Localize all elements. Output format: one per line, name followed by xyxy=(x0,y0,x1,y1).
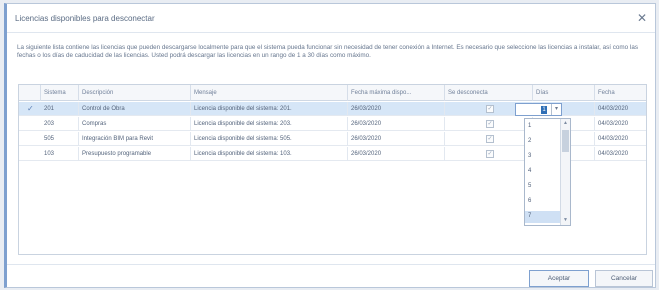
dropdown-option[interactable]: 3 xyxy=(525,151,561,163)
cell-descripcion: Integración BIM para Revit xyxy=(79,132,191,146)
cell-mensaje: Licencia disponible del sistema: 201. xyxy=(191,102,348,116)
cell-se-desconecta: ✓ xyxy=(445,117,533,131)
header-mensaje[interactable]: Mensaje xyxy=(191,85,348,101)
disconnect-checkbox[interactable]: ✓ xyxy=(486,150,494,158)
dialog-titlebar: Licencias disponibles para desconectar ✕ xyxy=(7,4,655,32)
cell-mensaje: Licencia disponible del sistema: 103. xyxy=(191,147,348,161)
header-descripcion[interactable]: Descripción xyxy=(79,85,191,101)
footer-separator xyxy=(7,264,655,265)
header-indicator xyxy=(19,85,41,101)
cell-sistema: 103 xyxy=(41,147,79,161)
cell-descripcion: Control de Obra xyxy=(79,102,191,116)
cell-sistema: 203 xyxy=(41,117,79,131)
cell-sistema: 201 xyxy=(41,102,79,116)
days-select[interactable]: 1 ▾ xyxy=(515,103,562,116)
header-dias[interactable]: Días xyxy=(533,85,595,101)
accept-button[interactable]: Aceptar xyxy=(529,270,589,287)
header-sistema[interactable]: Sistema xyxy=(41,85,79,101)
header-se-desconecta[interactable]: Se desconecta xyxy=(445,85,533,101)
cell-se-desconecta: ✓ xyxy=(445,132,533,146)
header-fecha[interactable]: Fecha xyxy=(595,85,646,101)
days-dropdown-list: 1 2 3 4 5 6 7 ▲ ▼ xyxy=(524,118,571,226)
dropdown-scrollbar[interactable]: ▲ ▼ xyxy=(560,119,570,225)
cell-fecha[interactable]: 04/03/2020 xyxy=(595,147,646,161)
disconnect-checkbox[interactable]: ✓ xyxy=(486,120,494,128)
dropdown-option[interactable]: 6 xyxy=(525,196,561,208)
disconnect-checkbox[interactable]: ✓ xyxy=(486,105,494,113)
cell-fecha-maxima: 26/03/2020 xyxy=(348,102,445,116)
cancel-button[interactable]: Cancelar xyxy=(595,270,653,287)
dropdown-option[interactable]: 4 xyxy=(525,166,561,178)
scrollbar-thumb[interactable] xyxy=(562,130,569,152)
cell-fecha-maxima: 26/03/2020 xyxy=(348,117,445,131)
cell-sistema: 505 xyxy=(41,132,79,146)
cell-fecha-maxima: 26/03/2020 xyxy=(348,132,445,146)
scroll-down-icon[interactable]: ▼ xyxy=(561,216,570,225)
scroll-up-icon[interactable]: ▲ xyxy=(561,119,570,128)
cell-descripcion: Compras xyxy=(79,117,191,131)
cell-mensaje: Licencia disponible del sistema: 505. xyxy=(191,132,348,146)
dropdown-option-highlighted[interactable]: 7 xyxy=(525,211,561,223)
chevron-down-icon[interactable]: ▾ xyxy=(551,104,561,115)
cell-fecha[interactable]: 04/03/2020 xyxy=(595,102,646,116)
dropdown-option[interactable]: 1 xyxy=(525,121,561,133)
cell-descripcion: Presupuesto programable xyxy=(79,147,191,161)
instructions-text: La siguiente lista contiene las licencia… xyxy=(17,44,638,59)
cell-fecha-maxima: 26/03/2020 xyxy=(348,147,445,161)
dropdown-option[interactable]: 5 xyxy=(525,181,561,193)
cell-se-desconecta: ✓ xyxy=(445,147,533,161)
cell-fecha[interactable]: 04/03/2020 xyxy=(595,117,646,131)
header-fecha-maxima[interactable]: Fecha máxima dispo... xyxy=(348,85,445,101)
pencil-icon: ✓ xyxy=(27,104,34,113)
days-current-value: 1 xyxy=(541,106,547,114)
cell-mensaje: Licencia disponible del sistema: 203. xyxy=(191,117,348,131)
disconnect-checkbox[interactable]: ✓ xyxy=(486,135,494,143)
close-icon[interactable]: ✕ xyxy=(637,11,647,25)
title-separator xyxy=(7,32,655,33)
grid-header: Sistema Descripción Mensaje Fecha máxima… xyxy=(19,85,646,101)
dialog-title: Licencias disponibles para desconectar xyxy=(15,14,155,23)
cell-fecha[interactable]: 04/03/2020 xyxy=(595,132,646,146)
dropdown-option[interactable]: 2 xyxy=(525,136,561,148)
